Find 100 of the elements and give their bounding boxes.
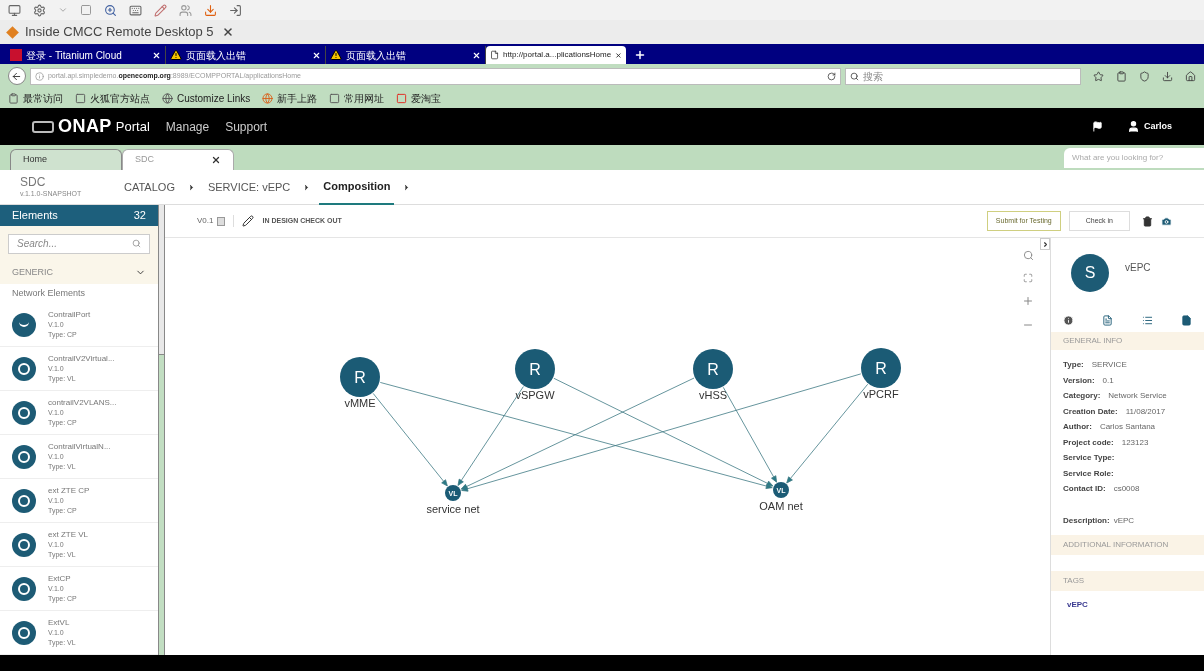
delete-icon[interactable] <box>1142 215 1153 227</box>
camera-icon[interactable] <box>1161 215 1172 227</box>
tab-label: 登录 - Titanium Cloud <box>26 48 123 63</box>
download-icon[interactable] <box>1162 70 1173 82</box>
logo-icon <box>10 49 22 61</box>
search-field[interactable]: 搜索 <box>844 67 1081 85</box>
network-icon <box>12 444 36 469</box>
window-title: Inside CMCC Remote Desktop 5 <box>25 23 214 42</box>
bookmark-link[interactable]: 最常访问 <box>8 90 63 106</box>
bookmark-link[interactable]: 常用网址 <box>329 90 385 106</box>
home-icon[interactable] <box>1185 70 1196 82</box>
list-icon[interactable] <box>1141 314 1153 326</box>
remote-desktop-tab[interactable]: Inside CMCC Remote Desktop 5 <box>4 22 238 42</box>
element-name: ext ZTE VL <box>48 529 88 540</box>
monitor-icon[interactable] <box>8 3 21 17</box>
field-label: Version: <box>1063 374 1095 387</box>
warning-icon <box>330 49 342 61</box>
new-tab-icon[interactable] <box>634 49 646 61</box>
search-icon[interactable] <box>1022 250 1034 261</box>
shop-icon <box>396 92 408 104</box>
field-label: Project code: <box>1063 436 1114 449</box>
breadcrumb-link[interactable]: CATALOG <box>120 178 179 196</box>
scrollbar[interactable] <box>158 205 165 655</box>
user-name[interactable]: Carlos <box>1144 119 1172 134</box>
app-name: SDC <box>20 175 47 191</box>
field-value: 11/08/2017 <box>1125 405 1166 418</box>
search-icon <box>849 71 859 81</box>
nav-link[interactable]: Manage <box>165 117 210 136</box>
tab-label: http://portal.a...plicationsHome <box>503 49 612 61</box>
info-icon <box>34 71 44 81</box>
close-icon[interactable] <box>312 50 321 60</box>
back-button[interactable] <box>8 67 26 85</box>
settings-icon[interactable] <box>33 3 46 17</box>
resource-node[interactable]: R <box>340 357 380 397</box>
element-name: ContrailVirtualN... <box>48 441 111 452</box>
breadcrumb-link[interactable]: Composition <box>319 169 395 205</box>
field-value: Carlos Santana <box>1099 421 1156 433</box>
close-icon[interactable] <box>472 50 481 60</box>
download-icon[interactable] <box>204 3 217 17</box>
reload-icon[interactable] <box>826 71 836 81</box>
network-icon <box>12 488 36 513</box>
bookmark-icon <box>329 92 341 104</box>
group-header[interactable]: GENERIC <box>0 261 158 285</box>
element-name: ContrailPort <box>48 309 91 320</box>
browser-tab[interactable]: http://portal.a...plicationsHome <box>486 46 626 64</box>
service-name: vEPC <box>1125 260 1151 275</box>
element-search-field[interactable]: Search... <box>8 233 150 254</box>
info-icon[interactable] <box>1063 314 1074 326</box>
field-value: SERVICE <box>1091 359 1127 371</box>
field-label: Creation Date: <box>1063 405 1118 418</box>
keyboard-icon[interactable] <box>129 3 142 17</box>
flag-icon[interactable] <box>1092 121 1103 132</box>
pencil-icon[interactable] <box>154 3 167 17</box>
zoom-icon[interactable] <box>104 3 117 17</box>
network-icon <box>12 400 36 425</box>
network-icon <box>12 356 36 381</box>
node-label: OAM net <box>759 500 803 512</box>
window-icon[interactable] <box>80 4 92 16</box>
bookmark-link[interactable]: 火狐官方站点 <box>75 90 150 106</box>
port-icon <box>12 312 36 337</box>
version-select[interactable]: V0.1 <box>197 215 235 227</box>
element-name: ExtVL <box>48 617 71 628</box>
document-icon[interactable] <box>1102 314 1114 326</box>
tab-label: 页面载入出错 <box>346 48 407 63</box>
field-value: 0.1 <box>1102 374 1114 387</box>
close-icon[interactable] <box>615 50 622 60</box>
clipboard-icon[interactable] <box>1116 70 1127 82</box>
breadcrumb-link[interactable]: SERVICE: vEPC <box>203 178 295 196</box>
node-label: vPCRF <box>863 388 899 400</box>
element-name: ContrailV2Virtual... <box>48 353 115 364</box>
collapse-button[interactable] <box>1040 238 1050 250</box>
section-header: TAGS <box>1051 571 1204 591</box>
file-icon[interactable] <box>1181 314 1192 326</box>
network-icon <box>12 576 36 601</box>
field-label: Service Role: <box>1063 467 1114 480</box>
field-value: vEPC <box>1113 514 1135 527</box>
portal-tab[interactable]: Home <box>10 149 122 170</box>
network-icon <box>12 620 36 645</box>
resource-node[interactable]: R <box>515 349 555 389</box>
globe-icon <box>162 92 173 104</box>
star-icon[interactable] <box>1093 70 1104 82</box>
login-icon[interactable] <box>229 3 242 17</box>
resource-node[interactable]: R <box>861 348 901 388</box>
bookmark-link[interactable]: 新手上路 <box>262 90 318 106</box>
close-icon[interactable] <box>152 50 161 60</box>
nav-link[interactable]: Support <box>225 117 268 136</box>
node-label: service net <box>426 503 480 515</box>
close-icon[interactable] <box>221 26 234 38</box>
bookmark-icon <box>8 92 19 104</box>
field-value: Network Service <box>1108 390 1167 402</box>
network-icon <box>12 532 36 557</box>
field-value: cs0008 <box>1113 483 1140 495</box>
bookmark-link[interactable]: Customize Links <box>162 90 251 106</box>
field-label: Contact ID: <box>1063 483 1106 495</box>
resource-node[interactable]: R <box>693 349 733 389</box>
close-icon[interactable] <box>211 155 221 165</box>
onap-logo[interactable]: ONAP <box>32 113 112 140</box>
bookmark-link[interactable]: 爱淘宝 <box>396 90 442 106</box>
element-name: ext ZTE CP <box>48 485 90 496</box>
back-arrow-icon <box>11 70 23 82</box>
